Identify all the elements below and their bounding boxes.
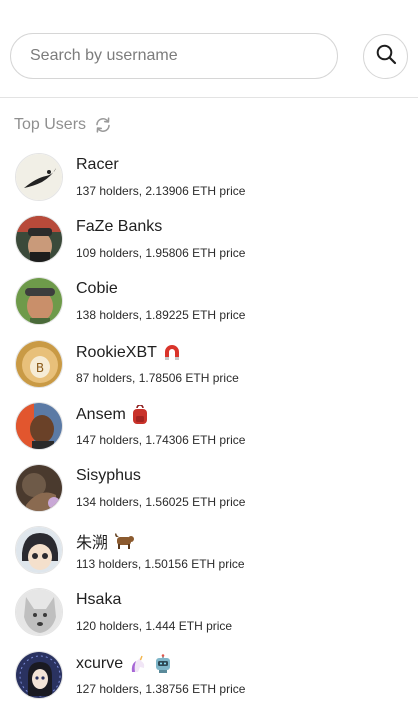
unicorn-icon <box>128 654 148 674</box>
header-divider <box>0 97 418 98</box>
search-button[interactable] <box>363 34 408 79</box>
user-stats: 137 holders, 2.13906 ETH price <box>76 184 246 198</box>
user-row-faze-banks[interactable]: FaZe Banks 109 holders, 1.95806 ETH pric… <box>0 210 418 272</box>
user-stats: 127 holders, 1.38756 ETH price <box>76 681 246 696</box>
refresh-icon[interactable] <box>94 116 112 134</box>
user-row-rookiexbt[interactable]: B RookieXBT 87 holders, 1.78506 ETH pric… <box>0 335 418 397</box>
xcurve-avatar <box>15 650 63 699</box>
user-row-zhu-su[interactable]: 朱溯 113 holders, 1.50156 ETH price <box>0 521 418 583</box>
ansem-avatar <box>15 401 63 450</box>
sisyphus-avatar <box>15 463 63 512</box>
faze-banks-avatar <box>15 215 63 264</box>
user-row-cobie[interactable]: Cobie 138 holders, 1.89225 ETH price <box>0 272 418 334</box>
user-name: Hsaka <box>76 591 122 609</box>
section-header: Top Users <box>14 116 112 134</box>
user-stats: 109 holders, 1.95806 ETH price <box>76 246 246 261</box>
user-list: Racer 137 holders, 2.13906 ETH price FaZ… <box>0 148 418 708</box>
robot-icon <box>153 653 173 674</box>
search-bar[interactable] <box>10 33 338 79</box>
user-name: Sisyphus <box>76 466 141 484</box>
search-input[interactable] <box>28 46 320 66</box>
search-icon <box>375 43 397 70</box>
user-stats: 147 holders, 1.74306 ETH price <box>76 432 246 447</box>
svg-text:B: B <box>36 361 44 375</box>
user-name: Ansem <box>76 404 149 425</box>
racer-avatar <box>15 153 63 201</box>
rookiexbt-avatar: B <box>15 339 63 388</box>
cobie-avatar <box>15 277 63 326</box>
zhu-su-avatar <box>15 526 63 575</box>
user-stats: 138 holders, 1.89225 ETH price <box>76 308 246 323</box>
user-stats: 113 holders, 1.50156 ETH price <box>76 557 245 572</box>
user-stats: 87 holders, 1.78506 ETH price <box>76 370 239 385</box>
ox-icon <box>113 532 135 550</box>
user-row-racer[interactable]: Racer 137 holders, 2.13906 ETH price <box>0 148 418 210</box>
user-row-xcurve[interactable]: xcurve 127 holders, 1.38756 ETH price <box>0 646 418 708</box>
user-name: 朱溯 <box>76 529 135 553</box>
user-row-sisyphus[interactable]: Sisyphus 134 holders, 1.56025 ETH price <box>0 459 418 521</box>
user-name: xcurve <box>76 653 173 674</box>
hsaka-avatar <box>15 588 63 637</box>
section-title: Top Users <box>14 116 87 133</box>
user-stats: 134 holders, 1.56025 ETH price <box>76 494 246 509</box>
backpack-icon <box>131 404 149 425</box>
user-name: FaZe Banks <box>76 218 163 236</box>
user-row-hsaka[interactable]: Hsaka 120 holders, 1.444 ETH price <box>0 583 418 645</box>
user-name: Racer <box>76 156 119 173</box>
user-name: RookieXBT <box>76 343 182 363</box>
user-stats: 120 holders, 1.444 ETH price <box>76 619 233 634</box>
user-name: Cobie <box>76 280 118 298</box>
magnet-icon <box>162 343 182 363</box>
user-row-ansem[interactable]: Ansem 147 holders, 1.74306 ETH price <box>0 397 418 459</box>
